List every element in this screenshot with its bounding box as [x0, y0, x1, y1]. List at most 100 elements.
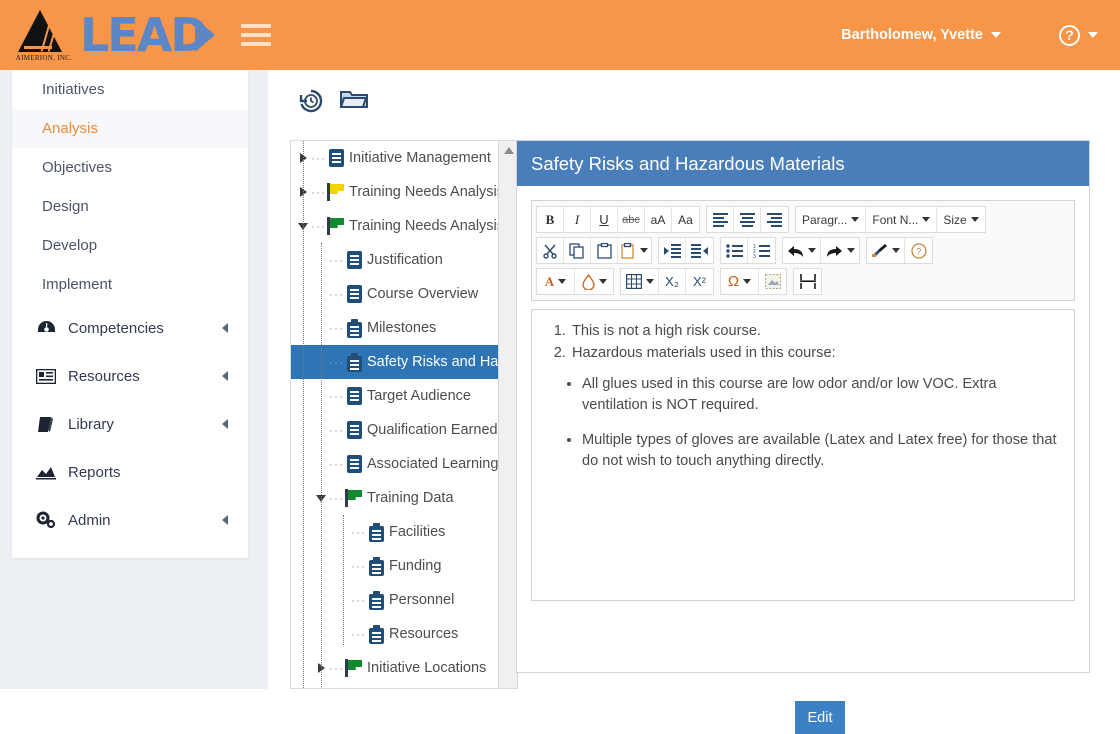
image-placeholder-icon: [764, 274, 781, 289]
document-icon: [341, 387, 367, 405]
italic-button[interactable]: I: [564, 207, 591, 232]
sidebar-item-label: Analysis: [42, 120, 98, 137]
numbered-list-icon: 123: [753, 244, 770, 258]
history-icon[interactable]: [298, 88, 324, 119]
list-item: This is not a high risk course.: [570, 320, 1060, 342]
tree-node[interactable]: ··· Justification: [291, 243, 499, 277]
font-size-select[interactable]: Size: [937, 207, 984, 232]
text-color-button[interactable]: A: [537, 269, 575, 294]
toolbar-group-text-style: B I U abc aA Aa: [536, 206, 700, 233]
book-icon: [34, 416, 58, 433]
tree-node[interactable]: ··· Training Needs Analysis: [291, 175, 499, 209]
underline-button[interactable]: U: [591, 207, 618, 232]
sidebar-item-design[interactable]: Design: [12, 187, 248, 226]
sidebar-item-analysis[interactable]: Analysis: [12, 109, 248, 148]
tree-node[interactable]: ··· Safety Risks and Haz: [291, 345, 499, 379]
tree-node[interactable]: ··· Training Data: [291, 481, 499, 515]
tree-node[interactable]: ··· Associated Learning E: [291, 447, 499, 481]
toolbar-group-lists: 123: [720, 237, 776, 264]
tree-node[interactable]: ··· Resources: [291, 617, 499, 651]
highlight-color-button[interactable]: [575, 269, 613, 294]
format-painter-button[interactable]: [867, 238, 905, 263]
insert-image-button[interactable]: [759, 269, 786, 294]
tree-node[interactable]: ··· Qualification Earned: [291, 413, 499, 447]
folder-icon[interactable]: [339, 88, 368, 119]
table-button[interactable]: [621, 269, 659, 294]
lead-arrow-icon: [194, 18, 215, 52]
sidebar-group-label: Admin: [68, 511, 111, 529]
undo-button[interactable]: [783, 238, 821, 263]
content-action-toolbar: [298, 88, 368, 119]
align-right-button[interactable]: [761, 207, 788, 232]
toolbar-group-pagebreak: [793, 268, 822, 295]
toolbar-group-history: [782, 237, 860, 264]
paragraph-format-label: Paragr...: [802, 212, 848, 227]
indent-button[interactable]: [659, 238, 686, 263]
aimerion-logo-icon: AIMERION, INC.: [14, 8, 72, 62]
bullet-list-button[interactable]: [721, 238, 748, 263]
tree-node[interactable]: ··· Funding: [291, 549, 499, 583]
document-content[interactable]: This is not a high risk course. Hazardou…: [531, 309, 1075, 601]
id-card-icon: [34, 368, 58, 384]
brand-logo[interactable]: AIMERION, INC. LEAD: [0, 8, 215, 62]
sidebar-group-label: Library: [68, 415, 114, 433]
sidebar-item-initiatives[interactable]: Initiatives: [12, 70, 248, 109]
toolbar-group-alignment: [706, 206, 789, 233]
tree-connector: ···: [329, 355, 344, 369]
scroll-up-arrow-icon[interactable]: [504, 147, 514, 154]
subscript-button[interactable]: X₂: [659, 269, 686, 294]
tree-node[interactable]: ··· Facilities: [291, 515, 499, 549]
align-center-button[interactable]: [734, 207, 761, 232]
chevron-down-icon: [970, 217, 979, 222]
bullet-list: All glues used in this course are low od…: [546, 374, 1060, 472]
font-case-button[interactable]: Aa: [672, 207, 699, 232]
page-break-icon: [799, 274, 816, 289]
redo-button[interactable]: [821, 238, 859, 263]
nav-card: Initiatives Analysis Objectives Design D…: [12, 70, 248, 558]
tree-node[interactable]: ··· Target Audience: [291, 379, 499, 413]
tree-node[interactable]: ··· Course Overview: [291, 277, 499, 311]
tree-node[interactable]: ··· Initiative Locations: [291, 651, 499, 685]
sidebar-item-develop[interactable]: Develop: [12, 226, 248, 265]
toolbar-row-3: A X₂ X² Ω: [536, 267, 1070, 296]
outdent-button[interactable]: [686, 238, 713, 263]
edit-button[interactable]: Edit: [795, 701, 845, 734]
chevron-down-icon: [808, 248, 816, 253]
tree-scrollbar[interactable]: [498, 141, 517, 688]
help-button[interactable]: ?: [905, 238, 932, 263]
sidebar-item-library[interactable]: Library: [12, 400, 248, 448]
copy-button[interactable]: [564, 238, 591, 263]
sidebar-item-competencies[interactable]: Competencies: [12, 304, 248, 352]
align-right-icon: [767, 211, 782, 229]
page-break-button[interactable]: [794, 269, 821, 294]
user-menu[interactable]: Bartholomew, Yvette: [841, 27, 1001, 43]
tree-node[interactable]: ··· Personnel: [291, 583, 499, 617]
font-name-select[interactable]: Font N...: [866, 207, 938, 232]
help-menu[interactable]: ?: [1059, 24, 1098, 46]
cut-button[interactable]: [537, 238, 564, 263]
paragraph-format-select[interactable]: Paragr...: [796, 207, 867, 232]
sidebar-item-reports[interactable]: Reports: [12, 448, 248, 496]
align-left-button[interactable]: [707, 207, 734, 232]
clipboard-icon: [363, 556, 389, 576]
sidebar-item-objectives[interactable]: Objectives: [12, 148, 248, 187]
special-character-button[interactable]: Ω: [721, 269, 759, 294]
hamburger-icon[interactable]: [240, 19, 271, 51]
tree-connector: ···: [329, 457, 344, 471]
bold-button[interactable]: B: [537, 207, 564, 232]
tree-connector: ···: [311, 185, 326, 199]
uppercase-button[interactable]: aA: [645, 207, 672, 232]
numbered-list-button[interactable]: 123: [748, 238, 775, 263]
tree-node[interactable]: ··· Training Needs Analysis: [291, 209, 499, 243]
paste-icon: [596, 242, 612, 259]
sidebar-item-admin[interactable]: Admin: [12, 496, 248, 544]
chevron-down-icon: [851, 217, 860, 222]
paste-button[interactable]: [591, 238, 618, 263]
sidebar-item-implement[interactable]: Implement: [12, 265, 248, 304]
superscript-button[interactable]: X²: [686, 269, 713, 294]
strikethrough-button[interactable]: abc: [618, 207, 645, 232]
tree-node[interactable]: ··· Milestones: [291, 311, 499, 345]
tree-node[interactable]: ··· Initiative Management: [291, 141, 499, 175]
sidebar-item-resources[interactable]: Resources: [12, 352, 248, 400]
paste-options-button[interactable]: [618, 238, 651, 263]
